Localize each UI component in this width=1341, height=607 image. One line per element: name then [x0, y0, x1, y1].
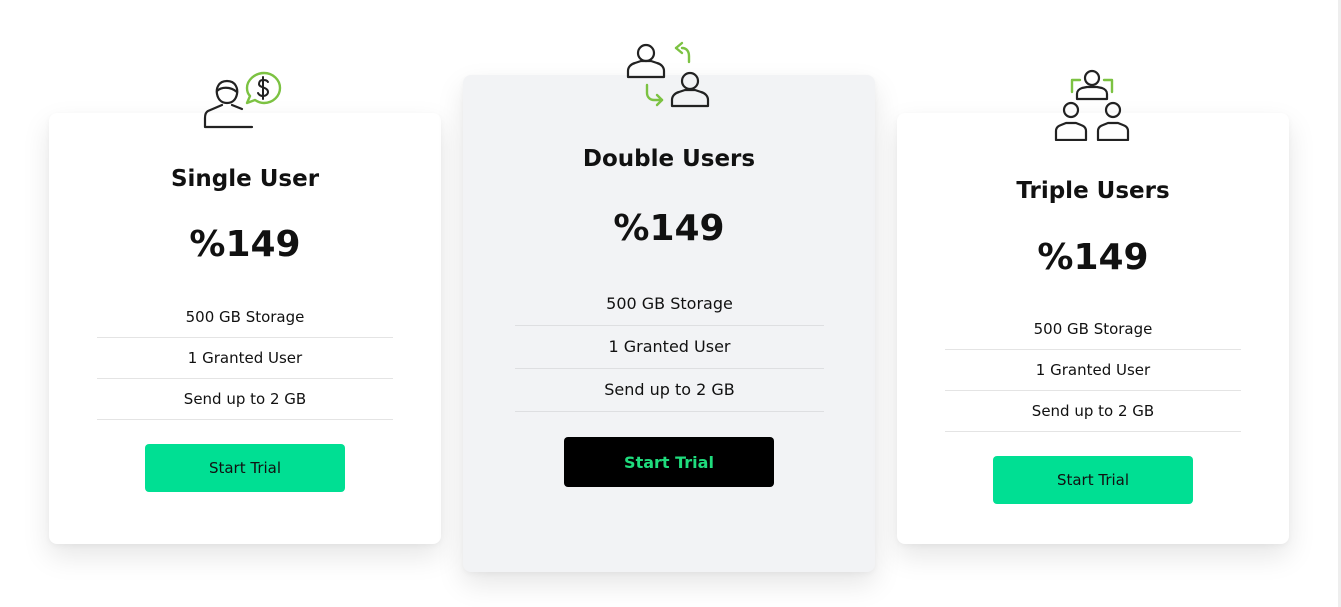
feature-send-limit: Send up to 2 GB — [945, 391, 1241, 432]
plan-price: %149 — [189, 224, 301, 265]
plan-price: %149 — [613, 208, 725, 249]
feature-storage: 500 GB Storage — [945, 309, 1241, 350]
feature-list: 500 GB Storage 1 Granted User Send up to… — [945, 309, 1241, 432]
feature-users: 1 Granted User — [945, 350, 1241, 391]
feature-list: 500 GB Storage 1 Granted User Send up to… — [515, 283, 824, 412]
pricing-card-single: Single User %149 500 GB Storage 1 Grante… — [49, 71, 441, 544]
users-exchange-icon — [626, 41, 710, 108]
plan-title: Single User — [170, 166, 320, 192]
feature-users: 1 Granted User — [515, 326, 824, 369]
start-trial-button[interactable]: Start Trial — [993, 456, 1193, 504]
feature-send-limit: Send up to 2 GB — [515, 369, 824, 412]
feature-list: 500 GB Storage 1 Granted User Send up to… — [97, 297, 393, 420]
user-dollar-icon — [203, 71, 282, 129]
pricing-card-double: Double Users %149 500 GB Storage 1 Grant… — [463, 41, 875, 572]
feature-storage: 500 GB Storage — [515, 283, 824, 326]
plan-title: Double Users — [582, 146, 756, 172]
pricing-card-triple: Triple Users %149 500 GB Storage 1 Grant… — [897, 69, 1289, 544]
start-trial-button[interactable]: Start Trial — [564, 437, 774, 487]
feature-send-limit: Send up to 2 GB — [97, 379, 393, 420]
plan-price: %149 — [1037, 237, 1149, 278]
feature-users: 1 Granted User — [97, 338, 393, 379]
feature-storage: 500 GB Storage — [97, 297, 393, 338]
plan-title: Triple Users — [1016, 178, 1170, 204]
users-team-icon — [1054, 69, 1130, 141]
start-trial-button[interactable]: Start Trial — [145, 444, 345, 492]
